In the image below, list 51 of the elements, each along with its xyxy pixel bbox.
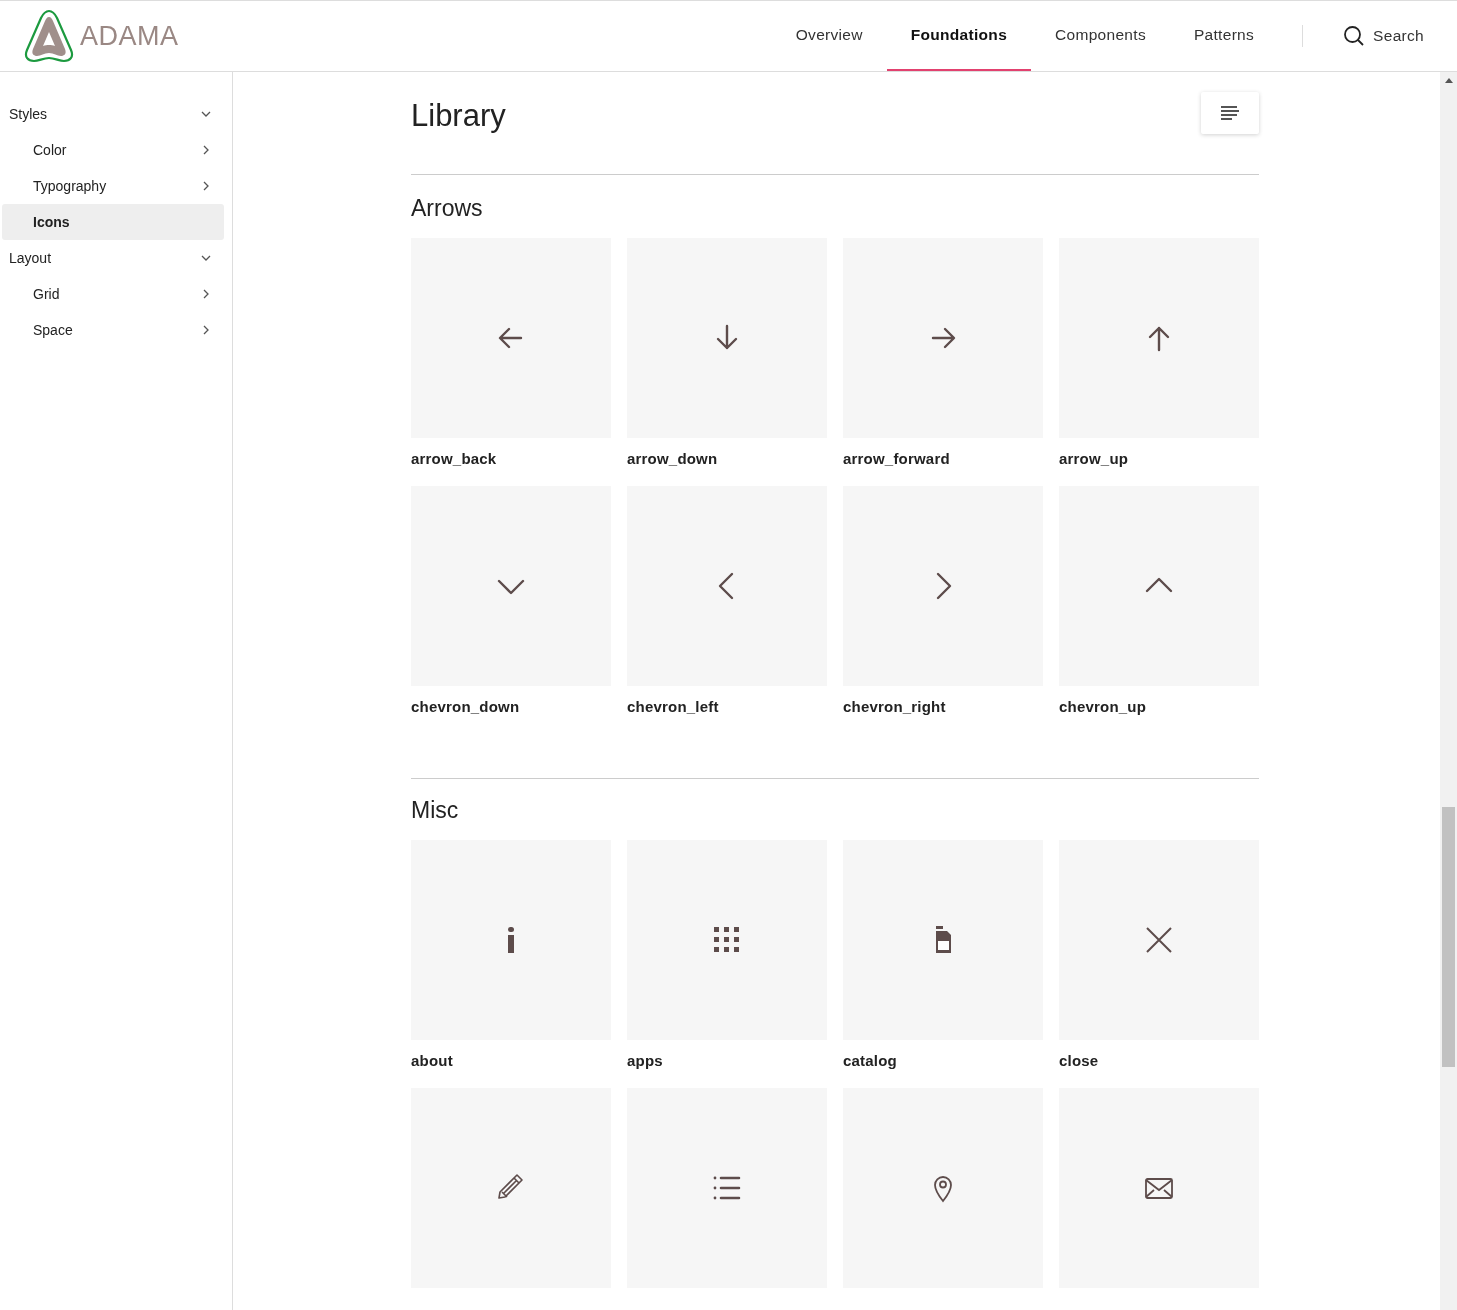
icon-name: close: [1059, 1052, 1100, 1069]
icon-tile[interactable]: [1059, 486, 1259, 686]
section-heading: Arrows: [411, 195, 484, 222]
icon-tile[interactable]: [1059, 840, 1259, 1040]
icon-name: chevron_up: [1059, 698, 1148, 715]
info-icon: [508, 927, 514, 953]
icon-name: chevron_left: [627, 698, 720, 715]
text-lines-icon: [1221, 106, 1239, 120]
icon-name: arrow_down: [627, 450, 719, 467]
sidebar-item[interactable]: Layout: [2, 240, 224, 276]
sidebar-item[interactable]: Grid: [2, 276, 224, 312]
icon-name: catalog: [843, 1052, 898, 1069]
sidebar-item[interactable]: Color: [2, 132, 224, 168]
sidebar-item[interactable]: Space: [2, 312, 224, 348]
icon-name: arrow_back: [411, 450, 498, 467]
icon-tile[interactable]: [627, 486, 827, 686]
icon-name: apps: [627, 1052, 664, 1069]
icon-tile[interactable]: [1059, 1088, 1259, 1288]
page-title: Library: [411, 98, 506, 134]
icon-tile[interactable]: [411, 1088, 611, 1288]
scroll-up-icon[interactable]: [1444, 78, 1453, 83]
search-button[interactable]: Search: [1343, 25, 1424, 47]
icon-name: chevron_down: [411, 698, 521, 715]
icon-tile[interactable]: [411, 238, 611, 438]
search-icon: [1343, 25, 1366, 47]
icon-tile[interactable]: [411, 840, 611, 1040]
nav-tab[interactable]: Components: [1031, 1, 1170, 71]
nav-tab[interactable]: Overview: [771, 1, 887, 71]
sidebar-item[interactable]: Styles: [2, 96, 224, 132]
icon-tile[interactable]: [627, 1088, 827, 1288]
icon-name: arrow_up: [1059, 450, 1130, 467]
logo-icon: [24, 8, 74, 64]
icon-name: chevron_right: [843, 698, 947, 715]
table-of-contents-button[interactable]: [1201, 92, 1259, 134]
icon-tile[interactable]: [1059, 238, 1259, 438]
sidebar-item[interactable]: Icons: [2, 204, 224, 240]
nav-tab[interactable]: Patterns: [1169, 1, 1279, 71]
icon-name: about: [411, 1052, 454, 1069]
icon-tile[interactable]: [843, 1088, 1043, 1288]
sidebar-item[interactable]: Typography: [2, 168, 224, 204]
icon-name: arrow_forward: [843, 450, 951, 467]
icon-tile[interactable]: [843, 238, 1043, 438]
icon-tile[interactable]: [627, 840, 827, 1040]
section-heading: Misc: [411, 797, 460, 824]
icon-tile[interactable]: [843, 486, 1043, 686]
icon-tile[interactable]: [411, 486, 611, 686]
nav-tab[interactable]: Foundations: [886, 1, 1032, 71]
logo-text: ADAMA: [80, 20, 179, 52]
scrollbar-thumb[interactable]: [1442, 807, 1455, 1067]
icon-tile[interactable]: [843, 840, 1043, 1040]
icon-tile[interactable]: [627, 238, 827, 438]
